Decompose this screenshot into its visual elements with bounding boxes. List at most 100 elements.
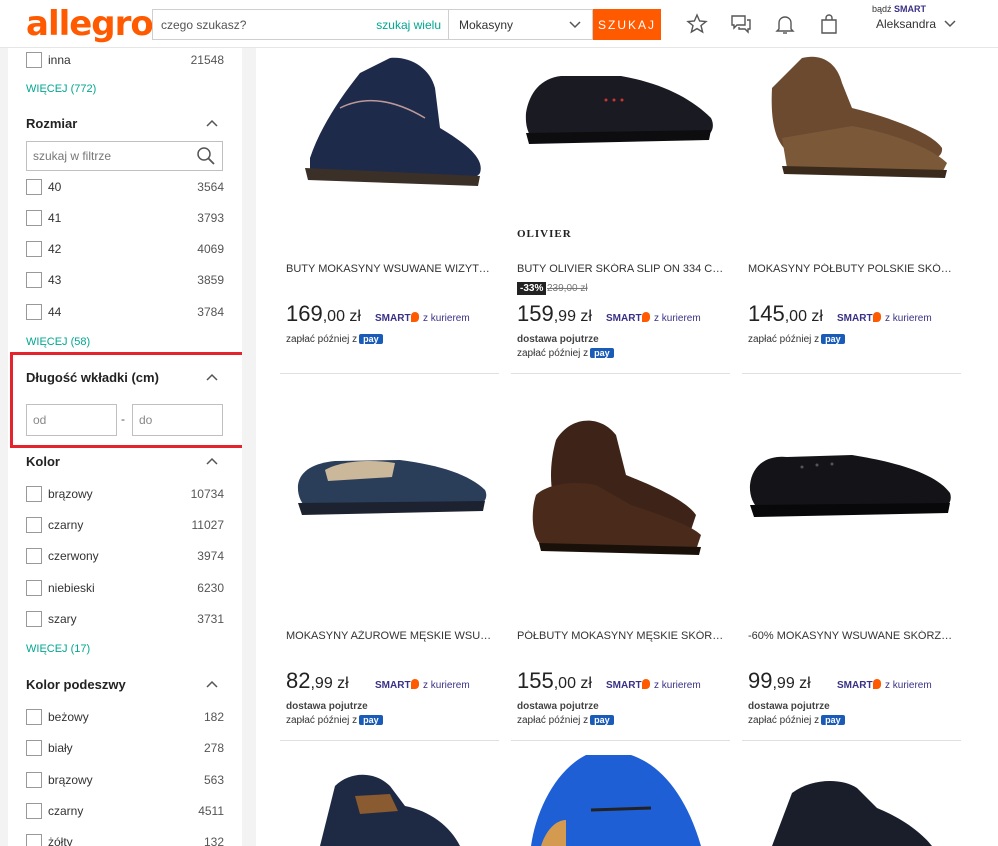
product-image[interactable]: [742, 773, 961, 846]
chevron-up-icon[interactable]: [204, 369, 220, 385]
filter-option-count: 3784: [197, 305, 224, 319]
insole-to-input[interactable]: [132, 404, 223, 436]
checkbox[interactable]: [26, 179, 42, 195]
filter-option-count: 4511: [198, 804, 224, 818]
product-price: 82,99 zł: [286, 668, 349, 694]
filter-search: [26, 141, 223, 171]
smart-text: SMART: [837, 680, 873, 691]
product-image[interactable]: [742, 48, 961, 198]
section-title-sole-color[interactable]: Kolor podeszwy: [26, 677, 126, 692]
product-title[interactable]: MOKASYNY AŻUROWE MĘSKIE WSUW...: [286, 630, 496, 642]
checkbox[interactable]: [26, 548, 42, 564]
smart-label: SMART: [894, 4, 927, 14]
product-image[interactable]: [280, 415, 499, 565]
pay-later: zapłać później z pay: [286, 334, 383, 345]
filter-option[interactable]: czarny 11027: [26, 515, 224, 535]
more-link[interactable]: WIĘCEJ (17): [26, 643, 90, 655]
more-link[interactable]: WIĘCEJ (772): [26, 83, 96, 95]
product-image[interactable]: [511, 48, 730, 198]
filter-option[interactable]: beżowy 182: [26, 707, 224, 727]
checkbox[interactable]: [26, 740, 42, 756]
filter-option[interactable]: 44 3784: [26, 302, 224, 322]
filter-option[interactable]: czerwony 3974: [26, 546, 224, 566]
chevron-down-icon[interactable]: [942, 16, 958, 32]
filter-option[interactable]: 40 3564: [26, 177, 224, 197]
filter-option[interactable]: 41 3793: [26, 208, 224, 228]
checkbox[interactable]: [26, 803, 42, 819]
smart-icon: [872, 312, 881, 322]
chat-icon[interactable]: [729, 12, 753, 36]
product-image[interactable]: [742, 415, 961, 565]
product-image[interactable]: [280, 48, 499, 198]
product-title[interactable]: BUTY OLIVIER SKÓRA SLIP ON 334 CZA...: [517, 263, 727, 275]
bell-icon[interactable]: [773, 12, 797, 36]
pay-later: zapłać później z pay: [748, 715, 845, 726]
card-divider: [742, 740, 961, 741]
product-title[interactable]: MOKASYNY PÓŁBUTY POLSKIE SKÓRA ...: [748, 263, 958, 275]
checkbox[interactable]: [26, 272, 42, 288]
allegro-logo[interactable]: allegro: [26, 4, 154, 44]
checkbox[interactable]: [26, 611, 42, 627]
smart-promo[interactable]: bądź SMART: [872, 4, 926, 14]
search-input[interactable]: [153, 10, 373, 39]
filter-option[interactable]: niebieski 6230: [26, 578, 224, 598]
product-title[interactable]: BUTY MOKASYNY WSUWANE WIZYTO...: [286, 263, 496, 275]
insole-from-input[interactable]: [26, 404, 117, 436]
search-icon[interactable]: [196, 146, 216, 166]
category-select[interactable]: Mokasyny: [448, 9, 593, 40]
price-cents: ,99 zł: [772, 675, 811, 692]
smart-text: SMART: [606, 313, 642, 324]
smart-prefix: bądź: [872, 4, 892, 14]
chevron-up-icon[interactable]: [204, 676, 220, 692]
user-name[interactable]: Aleksandra: [876, 17, 936, 31]
smart-badge: SMART: [375, 312, 419, 324]
more-link[interactable]: WIĘCEJ (58): [26, 336, 90, 348]
filter-option[interactable]: brązowy 563: [26, 770, 224, 790]
checkbox[interactable]: [26, 834, 42, 846]
courier-text: z kurierem: [423, 680, 470, 691]
checkbox[interactable]: [26, 517, 42, 533]
filter-option[interactable]: brązowy 10734: [26, 484, 224, 504]
product-title[interactable]: PÓŁBUTY MOKASYNY MĘSKIE SKÓRA ...: [517, 630, 727, 642]
filter-option-label: inna: [48, 53, 71, 67]
filter-option[interactable]: czarny 4511: [26, 801, 224, 821]
price-cents: ,00 zł: [553, 675, 592, 692]
checkbox[interactable]: [26, 304, 42, 320]
checkbox[interactable]: [26, 486, 42, 502]
product-image[interactable]: [511, 750, 730, 846]
star-icon[interactable]: [685, 12, 709, 36]
cart-bag-icon[interactable]: [817, 12, 841, 36]
checkbox[interactable]: [26, 210, 42, 226]
section-title-color[interactable]: Kolor: [26, 454, 60, 469]
product-image[interactable]: [511, 415, 730, 565]
checkbox[interactable]: [26, 52, 42, 68]
pay-later-text: zapłać później z: [286, 715, 358, 726]
filter-option[interactable]: żółty 132: [26, 832, 224, 846]
smart-badge: SMART: [606, 679, 650, 691]
filter-option-label: biały: [48, 741, 73, 755]
filter-option-count: 4069: [197, 242, 224, 256]
filter-option[interactable]: biały 278: [26, 738, 224, 758]
filter-option-count: 21548: [190, 53, 224, 67]
filter-option[interactable]: inna 21548: [26, 50, 224, 70]
checkbox[interactable]: [26, 709, 42, 725]
product-price: 155,00 zł: [517, 668, 592, 694]
filter-option-label: niebieski: [48, 581, 95, 595]
checkbox[interactable]: [26, 580, 42, 596]
filter-option[interactable]: 42 4069: [26, 239, 224, 259]
filter-search-input[interactable]: [27, 142, 187, 170]
product-image[interactable]: [280, 766, 499, 846]
filter-option-count: 563: [203, 773, 224, 787]
filter-option-count: 6230: [197, 581, 224, 595]
section-title-size[interactable]: Rozmiar: [26, 116, 77, 131]
checkbox[interactable]: [26, 772, 42, 788]
checkbox[interactable]: [26, 241, 42, 257]
filter-option[interactable]: szary 3731: [26, 609, 224, 629]
product-title[interactable]: -60% MOKASYNY WSUWANE SKÓRZAN...: [748, 630, 958, 642]
search-many-link[interactable]: szukaj wielu: [376, 18, 441, 32]
chevron-up-icon[interactable]: [204, 115, 220, 131]
search-button[interactable]: SZUKAJ: [593, 9, 661, 40]
chevron-up-icon[interactable]: [204, 453, 220, 469]
filter-option[interactable]: 43 3859: [26, 270, 224, 290]
section-title-insole-length[interactable]: Długość wkładki (cm): [26, 370, 159, 385]
